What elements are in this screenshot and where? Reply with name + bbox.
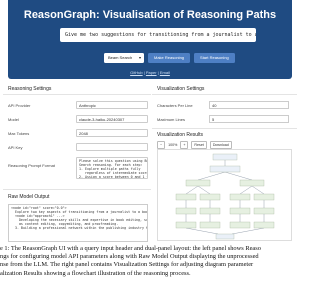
flowchart-canvas[interactable] [157,149,292,241]
app-title: ReasonGraph: Visualisation of Reasoning … [23,9,277,21]
setting-label: Model [8,117,19,122]
setting-label: Max Tokens [8,131,30,136]
flow-node[interactable] [229,207,251,215]
flowchart-nodes [175,153,275,240]
figure-caption: e 1: The ReasonGraph UI with a query inp… [0,245,300,278]
download-button[interactable]: Download [209,141,232,149]
model-select[interactable]: claude-3-haiku-20240307 [76,115,148,123]
raw-output-area[interactable]: <node id="root" score="0.0"> Explore two… [8,204,148,242]
caption-line: nse from the LLM. The right panel contai… [0,261,254,269]
reset-button[interactable]: Reset [191,141,207,149]
setting-label: Characters Per Line [157,103,193,108]
edge [185,185,199,195]
edge [197,185,211,195]
flow-node[interactable] [253,193,275,201]
api-provider-select[interactable]: Anthropic [76,101,148,109]
caption-line: ngs for configuring model API parameters… [0,253,259,261]
divider [3,94,151,95]
flow-node[interactable] [199,221,221,229]
setting-label: Maximum Lines [157,117,186,122]
api-key-input[interactable] [76,143,148,151]
caption-line: e 1: The ReasonGraph UI with a query inp… [0,245,261,252]
prompt-format-textarea[interactable]: Please solve this question using Beam Se… [76,157,148,179]
divider [152,94,297,95]
chars-per-line-input[interactable]: 40 [209,101,289,109]
flow-node[interactable] [175,207,197,215]
flow-node-result[interactable] [215,233,235,240]
viz-toolbar: − 100% + Reset Download [157,141,232,149]
header-controls: Beam Search ▾ Make Reasoning Start Reaso… [104,53,235,63]
max-tokens-input[interactable]: 2048 [76,129,148,137]
flow-node[interactable] [199,193,221,201]
flow-node[interactable] [253,221,275,229]
max-lines-input[interactable]: 5 [209,115,289,123]
flow-node[interactable] [185,179,211,187]
app-header: ReasonGraph: Visualisation of Reasoning … [8,0,292,79]
zoom-level: 100% [168,143,178,147]
setting-row-prompt: Reasoning Prompt Format [8,161,74,171]
flow-node[interactable] [229,193,251,201]
flow-node[interactable] [229,221,251,229]
zoom-out-button[interactable]: − [157,141,166,149]
email-link[interactable]: Email [160,70,170,75]
divider [3,189,151,190]
zoom-in-button[interactable]: + [180,141,189,149]
header-links: GitHub | Paper | Email [8,70,292,75]
right-panel: Visualization Settings Characters Per Li… [152,81,297,243]
left-panel: Reasoning Settings API Provider Anthropi… [3,81,151,243]
edge [224,171,253,181]
visualization-settings-title: Visualization Settings [157,86,205,92]
flow-node[interactable] [209,165,241,173]
flow-node-root[interactable] [212,153,238,161]
flow-node[interactable] [175,221,197,229]
setting-row-chars-per-line: Characters Per Line 40 [157,101,292,111]
make-reasoning-button[interactable]: Make Reasoning [148,53,191,63]
edge [231,227,265,235]
paper-link[interactable]: Paper [146,70,157,75]
setting-row-model: Model claude-3-haiku-20240307 [8,115,148,125]
caption-line: alization Results showing a flowchart il… [0,269,191,277]
edge [251,185,265,195]
reasoning-settings-title: Reasoning Settings [8,86,52,92]
flow-node[interactable] [199,207,221,215]
setting-label: API Key [8,145,23,150]
query-input[interactable]: Give me two suggestions for transitionin… [60,28,256,42]
edge [239,185,253,195]
method-select-label: Beam Search [108,55,133,60]
divider [152,128,297,129]
raw-output-title: Raw Model Output [8,194,50,200]
setting-label: API Provider [8,103,31,108]
setting-row-max-tokens: Max Tokens 2048 [8,129,148,139]
edge [185,227,219,235]
method-select[interactable]: Beam Search ▾ [104,53,144,63]
setting-row-api-key: API Key [8,143,148,153]
setting-row-api-provider: API Provider Anthropic [8,101,148,111]
flow-node[interactable] [175,193,197,201]
start-reasoning-button[interactable]: Start Reasoning [194,53,235,63]
setting-row-max-lines: Maximum Lines 5 [157,115,292,125]
flowchart [175,153,275,240]
github-link[interactable]: GitHub [130,70,142,75]
chevron-down-icon: ▾ [138,55,141,60]
setting-label: Reasoning Prompt Format [8,163,55,168]
flow-node[interactable] [239,179,265,187]
visualization-results-title: Visualization Results [157,132,204,138]
flow-node[interactable] [253,207,275,215]
edge [197,171,226,181]
